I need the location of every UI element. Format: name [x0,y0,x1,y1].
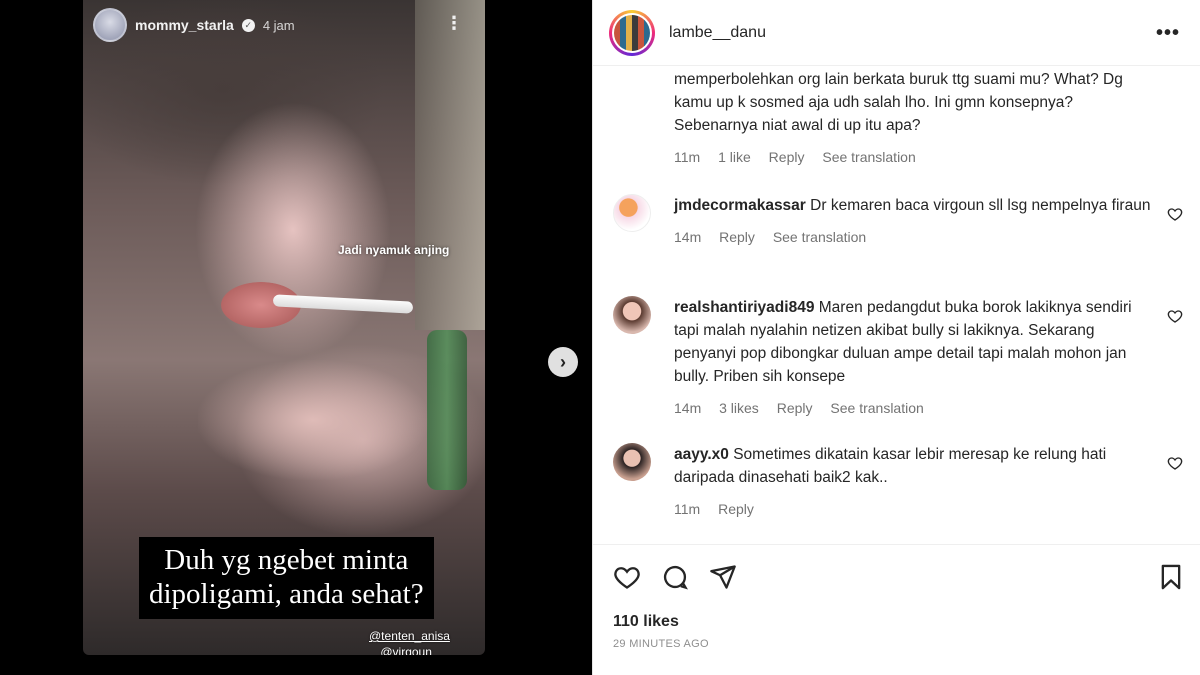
heart-icon [1167,457,1183,470]
story-hand [198,360,428,480]
bookmark-icon [1161,564,1181,590]
story-time: 4 jam [262,17,295,33]
mention-tag-2: @virgoun_ [380,645,439,655]
comment-text-wrapper: jmdecormakassar Dr kemaren baca virgoun … [674,194,1154,217]
comment-text: Sometimes dikatain kasar lebir meresap k… [674,446,1107,486]
comment-like-button[interactable] [1167,206,1183,222]
like-button[interactable] [613,563,641,591]
comment-body: jmdecormakassar Dr kemaren baca virgoun … [674,194,1154,249]
comment-time: 11m [674,149,701,165]
comment-meta: 11m 1 like Reply See translation [674,146,1154,169]
chevron-right-icon: › [560,352,566,372]
background-bottle [427,330,467,490]
comment-text: Dr kemaren baca virgoun sll lsg nempelny… [810,197,1151,214]
heart-icon [1167,310,1183,323]
post-author-username[interactable]: lambe__danu [669,24,766,42]
share-icon [710,565,736,589]
story-caption: Duh yg ngebet minta dipoligami, anda seh… [139,537,434,619]
see-translation-button[interactable]: See translation [822,149,915,165]
comment-time: 14m [674,229,702,245]
story-sticker-text: Jadi nyamuk anjing [338,243,450,257]
comment-body: realshantiriyadi849 Maren pedangdut buka… [674,296,1154,420]
post-author-avatar[interactable] [609,9,655,56]
comment-text-wrapper: realshantiriyadi849 Maren pedangdut buka… [674,296,1154,388]
story-more-icon: ⋮ [445,13,463,33]
comment-likes[interactable]: 1 like [718,149,751,165]
reply-button[interactable]: Reply [718,501,754,517]
comment-time: 11m [674,501,701,517]
reply-button[interactable]: Reply [769,149,805,165]
comment-button[interactable] [661,563,689,591]
comment-username[interactable]: aayy.x0 [674,446,729,463]
likes-count[interactable]: 110 likes [613,613,679,631]
comment-text-wrapper: aayy.x0 Sometimes dikatain kasar lebir m… [674,443,1154,489]
story-mentions: @tenten_anisa @virgoun_ [369,628,450,655]
heart-icon [614,567,640,589]
story-avatar [93,8,127,42]
comment-username[interactable]: realshantiriyadi849 [674,299,814,316]
comment-likes[interactable]: 3 likes [719,400,759,416]
post-media: mommy_starla ✓ 4 jam ⋮ Jadi nyamuk anjin… [0,0,592,675]
post-time: 29 MINUTES AGO [613,638,709,650]
comment-icon [663,566,688,590]
story-username: mommy_starla [135,17,234,33]
comment-body: aayy.x0 Sometimes dikatain kasar lebir m… [674,443,1154,521]
comment-username[interactable]: jmdecormakassar [674,197,806,214]
background-wall [415,0,485,330]
verified-badge-icon: ✓ [241,18,255,32]
comment-text: memperbolehkan org lain berkata buruk tt… [674,71,1123,134]
next-media-button[interactable]: › [548,347,578,377]
comment-meta: 11m Reply [674,498,1154,521]
story-screenshot-image: mommy_starla ✓ 4 jam ⋮ Jadi nyamuk anjin… [83,0,485,655]
post-header: lambe__danu ••• [593,0,1200,66]
story-caption-line-1: Duh yg ngebet minta [164,544,409,576]
reply-button[interactable]: Reply [777,400,813,416]
commenter-avatar[interactable] [613,296,651,334]
save-button[interactable] [1157,563,1185,591]
comment-meta: 14m 3 likes Reply See translation [674,397,1154,420]
comment-time: 14m [674,400,702,416]
comment-like-button[interactable] [1167,455,1183,471]
comment-body: memperbolehkan org lain berkata buruk tt… [674,68,1154,169]
comments-list[interactable]: memperbolehkan org lain berkata buruk tt… [593,66,1200,544]
commenter-avatar[interactable] [613,443,651,481]
see-translation-button[interactable]: See translation [830,400,923,416]
comment-like-button[interactable] [1167,308,1183,324]
share-button[interactable] [709,563,737,591]
post-side-panel: lambe__danu ••• memperbolehkan org lain … [592,0,1200,675]
avatar-image [614,14,650,51]
post-actions: 110 likes 29 MINUTES AGO [593,544,1200,675]
heart-icon [1167,208,1183,221]
reply-button[interactable]: Reply [719,229,755,245]
more-options-icon[interactable]: ••• [1156,22,1180,45]
mention-tag-1: @tenten_anisa [369,629,450,643]
story-header: mommy_starla ✓ 4 jam [93,8,295,42]
story-caption-line-2: dipoligami, anda sehat? [149,578,424,610]
commenter-avatar[interactable] [613,194,651,232]
see-translation-button[interactable]: See translation [773,229,866,245]
comment-meta: 14m Reply See translation [674,226,1154,249]
